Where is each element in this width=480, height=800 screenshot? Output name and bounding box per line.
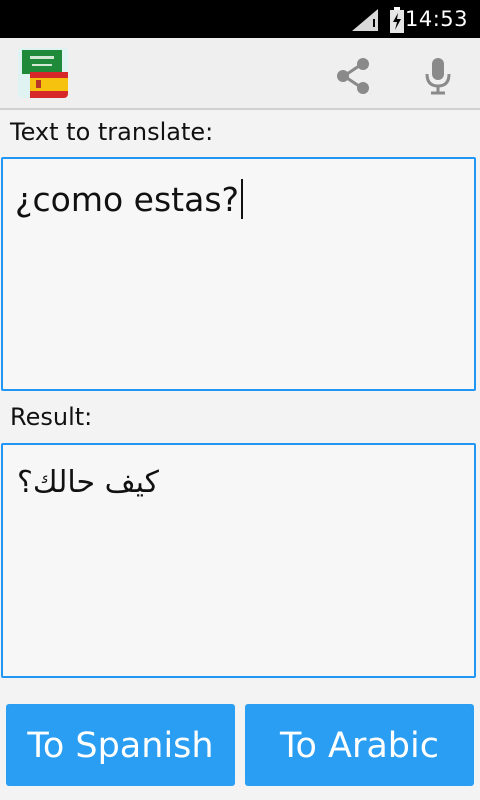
battery-charging-icon <box>390 7 404 33</box>
text-to-translate-field[interactable]: ¿como estas? <box>1 157 476 391</box>
result-field[interactable]: كيف حالك؟ <box>1 443 476 678</box>
result-text: كيف حالك؟ <box>17 465 159 500</box>
input-label: Text to translate: <box>10 118 214 146</box>
signal-icon <box>352 9 378 31</box>
result-label: Result: <box>10 403 93 431</box>
status-time: 14:53 <box>404 7 468 31</box>
input-text: ¿como estas? <box>15 180 240 219</box>
to-arabic-button[interactable]: To Arabic <box>245 704 474 786</box>
app-bar <box>0 38 480 110</box>
share-icon[interactable] <box>334 56 374 96</box>
status-bar: 14:53 <box>0 0 480 38</box>
text-caret <box>241 179 244 219</box>
microphone-icon[interactable] <box>420 56 456 96</box>
saudi-spain-flags-icon[interactable] <box>18 48 68 98</box>
input-text-wrap: ¿como estas? <box>15 179 244 219</box>
to-spanish-button[interactable]: To Spanish <box>6 704 235 786</box>
